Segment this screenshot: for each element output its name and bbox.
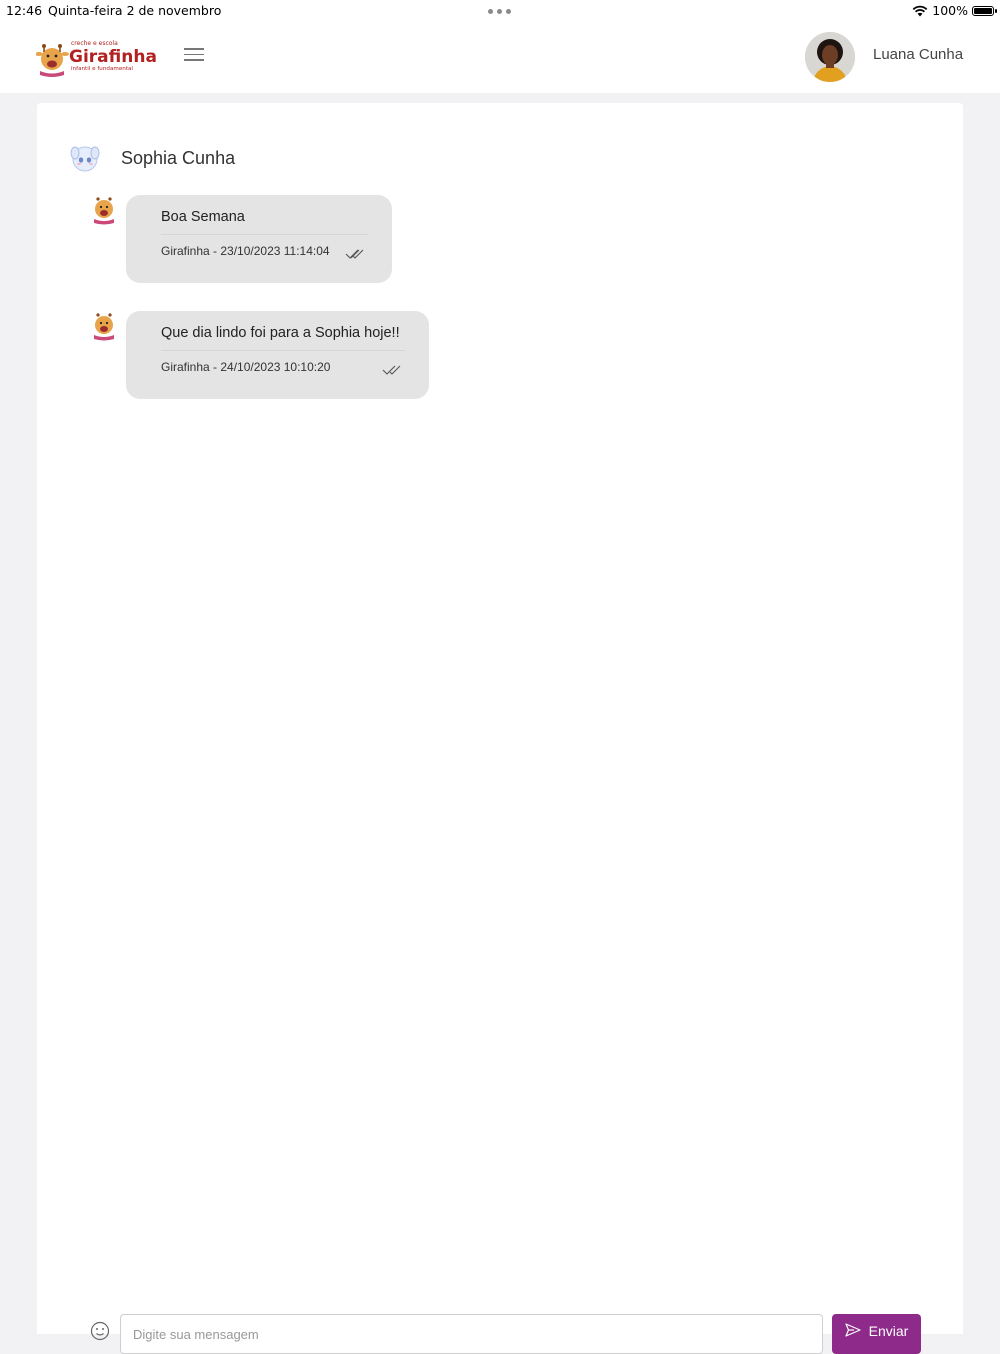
message-meta: Girafinha - 24/10/2023 10:10:20	[161, 360, 331, 374]
girafinha-logo[interactable]: creche e escola Girafinha infantil e fun…	[36, 38, 156, 78]
status-right: 100%	[912, 3, 997, 18]
send-button-label: Enviar	[868, 1323, 909, 1339]
double-check-icon	[382, 365, 401, 375]
menu-icon[interactable]	[184, 48, 204, 64]
status-bar: 12:46 Quinta-feira 2 de novembro 100%	[0, 0, 1000, 22]
double-check-icon	[345, 249, 364, 259]
message-divider	[161, 350, 405, 351]
contact-avatar	[70, 146, 100, 172]
battery-icon	[972, 5, 997, 16]
sender-avatar	[94, 197, 114, 225]
logo-name: Girafinha	[69, 47, 156, 67]
app-header: creche e escola Girafinha infantil e fun…	[0, 22, 1000, 93]
message-text: Boa Semana	[161, 209, 245, 225]
battery-fill	[974, 7, 992, 14]
message-bubble[interactable]: Que dia lindo foi para a Sophia hoje!! G…	[126, 311, 429, 399]
multitasking-dots-icon[interactable]	[488, 9, 511, 14]
logo-line1: creche e escola	[71, 40, 118, 47]
user-name[interactable]: Luana Cunha	[873, 46, 963, 63]
chat-panel: Sophia Cunha Boa Semana Girafinha - 23/1…	[37, 103, 963, 1354]
user-avatar[interactable]	[805, 32, 855, 82]
message-meta: Girafinha - 23/10/2023 11:14:04	[161, 244, 330, 258]
message-text: Que dia lindo foi para a Sophia hoje!!	[161, 325, 400, 341]
battery-percent: 100%	[932, 3, 968, 18]
status-time: 12:46	[6, 3, 43, 18]
emoji-icon[interactable]	[90, 1321, 110, 1341]
send-button[interactable]: Enviar	[832, 1314, 921, 1354]
sender-avatar	[94, 313, 114, 341]
status-date: Quinta-feira 2 de novembro	[48, 3, 222, 18]
message-divider	[161, 234, 368, 235]
message-input[interactable]	[120, 1314, 823, 1354]
send-icon	[845, 1323, 861, 1337]
logo-line2: infantil e fundamental	[71, 66, 133, 72]
contact-name: Sophia Cunha	[121, 148, 236, 168]
wifi-icon	[912, 5, 928, 16]
message-bubble[interactable]: Boa Semana Girafinha - 23/10/2023 11:14:…	[126, 195, 392, 283]
